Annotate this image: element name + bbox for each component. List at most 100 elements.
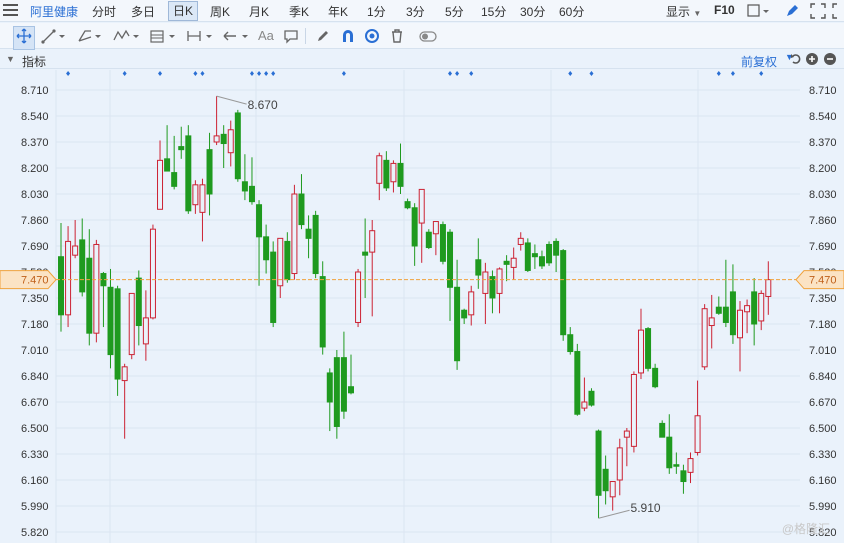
period-tab-15min[interactable]: 15分 bbox=[481, 3, 506, 20]
candle-body bbox=[86, 257, 93, 334]
candle-body bbox=[291, 193, 298, 275]
period-toolbar: 阿里健康 分时 多日 日K 周K 月K 季K 年K 1分 3分 5分 15分 3… bbox=[0, 0, 844, 22]
candle-body bbox=[574, 351, 581, 415]
period-tab-quarterly-k[interactable]: 季K bbox=[289, 3, 309, 20]
magnet-icon[interactable] bbox=[340, 28, 356, 48]
period-tab-1min[interactable]: 1分 bbox=[367, 3, 386, 20]
period-tab-intraday[interactable]: 分时 bbox=[92, 3, 116, 20]
event-marker-icon bbox=[469, 71, 474, 76]
candle-body bbox=[79, 239, 86, 293]
candle-body bbox=[178, 146, 185, 151]
candle-body bbox=[609, 481, 616, 498]
period-tab-3min[interactable]: 3分 bbox=[406, 3, 425, 20]
watermark: @格隆汇 bbox=[781, 522, 830, 536]
arrow-tool-icon[interactable] bbox=[222, 28, 250, 48]
pencil-icon[interactable] bbox=[315, 28, 331, 48]
f10-button[interactable]: F10 bbox=[714, 3, 735, 17]
crosshair-move-icon[interactable] bbox=[13, 26, 35, 50]
candle-body bbox=[383, 159, 390, 189]
period-tab-30min[interactable]: 30分 bbox=[520, 3, 545, 20]
event-marker-icon bbox=[264, 71, 269, 76]
y-tick-label-left: 6.670 bbox=[21, 397, 49, 409]
candle-body bbox=[142, 317, 149, 345]
event-marker-icon bbox=[193, 71, 198, 76]
y-tick-label-left: 6.160 bbox=[21, 475, 49, 487]
dock-icon[interactable] bbox=[832, 3, 844, 19]
candle-body bbox=[114, 288, 121, 380]
candle-body bbox=[164, 158, 171, 172]
y-tick-label-right: 6.500 bbox=[809, 423, 837, 435]
collapse-icon[interactable]: ▼ bbox=[6, 54, 15, 64]
period-tab-60min[interactable]: 60分 bbox=[559, 3, 584, 20]
period-tab-weekly-k[interactable]: 周K bbox=[210, 3, 230, 20]
event-marker-icon bbox=[257, 71, 262, 76]
event-marker-icon bbox=[589, 71, 594, 76]
text-tool-icon[interactable]: Aa bbox=[258, 28, 274, 44]
zoom-out-icon[interactable] bbox=[823, 52, 837, 66]
chevron-down-icon: ▼ bbox=[693, 9, 702, 18]
period-tab-multiday[interactable]: 多日 bbox=[131, 3, 155, 20]
candle-body bbox=[369, 230, 376, 253]
candle-body bbox=[432, 221, 439, 235]
candle-body bbox=[729, 291, 736, 336]
y-tick-label-left: 6.840 bbox=[21, 371, 49, 383]
candle-body bbox=[694, 415, 701, 453]
undo-icon[interactable] bbox=[790, 52, 802, 66]
event-marker-icon bbox=[271, 71, 276, 76]
candle-body bbox=[411, 207, 418, 247]
low-leader-line bbox=[598, 509, 630, 519]
candle-body bbox=[319, 276, 326, 348]
indicator-label[interactable]: 指标 bbox=[22, 53, 46, 70]
y-tick-label-right: 8.540 bbox=[809, 111, 837, 123]
comment-tool-icon[interactable] bbox=[283, 28, 299, 48]
y-tick-label-left: 8.200 bbox=[21, 163, 49, 175]
candle-body bbox=[531, 253, 538, 258]
period-tab-daily-k[interactable]: 日K bbox=[168, 1, 199, 21]
candle-body bbox=[652, 367, 659, 388]
candle-body bbox=[171, 172, 178, 187]
current-price-label-right: 7.470 bbox=[809, 275, 837, 287]
adjust-dropdown[interactable]: 前复权 bbox=[741, 53, 777, 70]
y-tick-label-right: 8.370 bbox=[809, 137, 837, 149]
menu-icon[interactable] bbox=[3, 4, 18, 17]
layout-square-icon[interactable] bbox=[747, 3, 771, 19]
channel-tool-icon[interactable] bbox=[77, 28, 103, 48]
y-tick-label-left: 6.330 bbox=[21, 449, 49, 461]
candle-body bbox=[248, 185, 255, 203]
eye-icon[interactable] bbox=[364, 28, 380, 48]
y-tick-label-left: 7.180 bbox=[21, 319, 49, 331]
period-tab-5min[interactable]: 5分 bbox=[445, 3, 464, 20]
wave-tool-icon[interactable] bbox=[113, 28, 141, 48]
event-marker-icon bbox=[448, 71, 453, 76]
stock-name[interactable]: 阿里健康 bbox=[30, 3, 78, 20]
zoom-in-icon[interactable] bbox=[805, 52, 819, 66]
candle-body bbox=[58, 256, 64, 316]
period-tab-monthly-k[interactable]: 月K bbox=[249, 3, 269, 20]
line-tool-icon[interactable] bbox=[41, 28, 67, 48]
candlestick-chart[interactable]: 8.710 8.710 8.540 8.540 8.370 8.370 8.200 8.200… bbox=[0, 70, 844, 543]
candle-body bbox=[751, 291, 758, 325]
event-marker-icon bbox=[122, 71, 127, 76]
toolbar-divider bbox=[305, 28, 306, 44]
display-dropdown[interactable]: 显示 ▼ bbox=[666, 3, 701, 20]
candle-body bbox=[482, 271, 489, 294]
indicator-bar: ▼ 指标 前复权 ▼ bbox=[0, 50, 844, 69]
candle-body bbox=[263, 236, 270, 261]
pen-draw-icon[interactable] bbox=[785, 3, 799, 18]
fullscreen-icon[interactable] bbox=[810, 3, 826, 19]
candle-body bbox=[715, 306, 722, 314]
y-tick-label-right: 6.160 bbox=[809, 475, 837, 487]
trash-icon[interactable] bbox=[389, 28, 405, 48]
candle-body bbox=[256, 204, 263, 238]
candle-body bbox=[192, 184, 199, 206]
toggle-icon[interactable] bbox=[419, 28, 437, 48]
y-tick-label-left: 7.010 bbox=[21, 345, 49, 357]
candle-body bbox=[284, 240, 291, 281]
measure-tool-icon[interactable] bbox=[186, 28, 214, 48]
candle-body bbox=[277, 237, 284, 287]
fibonacci-tool-icon[interactable] bbox=[149, 28, 177, 48]
y-tick-label-left: 5.820 bbox=[21, 527, 49, 539]
y-tick-label-left: 7.350 bbox=[21, 293, 49, 305]
y-tick-label-right: 8.030 bbox=[809, 189, 837, 201]
period-tab-yearly-k[interactable]: 年K bbox=[328, 3, 348, 20]
